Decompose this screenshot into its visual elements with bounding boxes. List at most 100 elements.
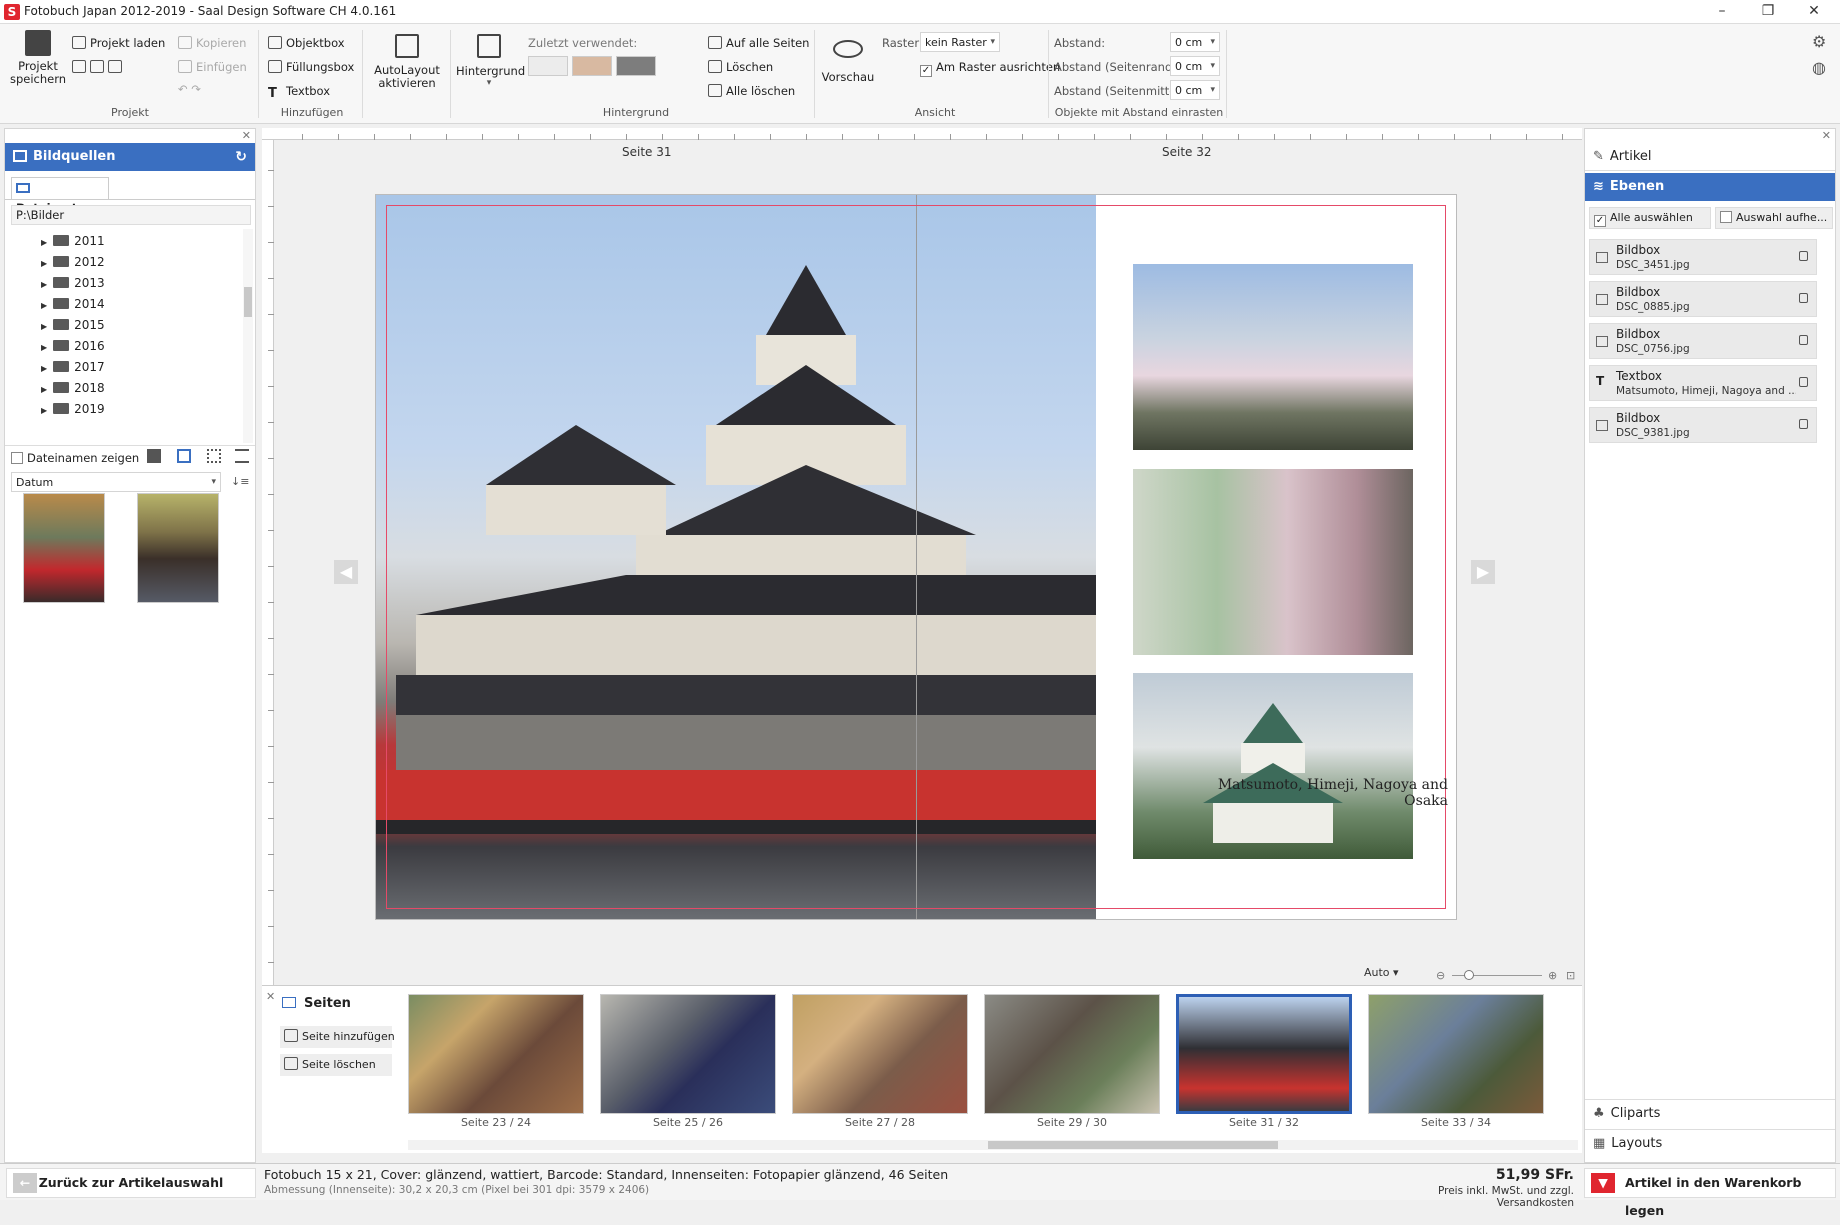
expand-arrow-icon[interactable]: ▶ xyxy=(41,343,47,352)
lock-icon[interactable] xyxy=(1799,251,1808,261)
image-box-osaka[interactable] xyxy=(1133,673,1413,859)
minimize-button[interactable]: – xyxy=(1700,0,1744,24)
delete-page-button[interactable]: Seite löschen xyxy=(280,1054,392,1076)
cliparts-section[interactable]: ♣ Cliparts xyxy=(1585,1099,1835,1127)
sort-direction-icon[interactable]: ↓≡ xyxy=(231,475,249,488)
view-medium-icon[interactable] xyxy=(177,449,191,463)
expand-arrow-icon[interactable]: ▶ xyxy=(41,238,47,247)
layer-item[interactable]: T Textbox Matsumoto, Himeji, Nagoya and ..… xyxy=(1589,365,1817,401)
export-image-icon[interactable] xyxy=(108,60,122,73)
lock-icon[interactable] xyxy=(1799,377,1808,387)
zoom-select[interactable]: Auto ▾ xyxy=(1364,966,1399,979)
sort-select[interactable]: Datum xyxy=(11,472,221,492)
refresh-icon[interactable]: ↻ xyxy=(235,143,247,171)
layer-item[interactable]: Bildbox DSC_0756.jpg xyxy=(1589,323,1817,359)
apply-all-pages-button[interactable]: Auf alle Seiten xyxy=(708,36,809,50)
add-to-cart-button[interactable]: ▼ Artikel in den Warenkorb legen xyxy=(1584,1168,1836,1218)
center-spacing-select[interactable]: 0 cm xyxy=(1170,80,1220,100)
expand-arrow-icon[interactable]: ▶ xyxy=(41,385,47,394)
globe-icon[interactable]: ◍ xyxy=(1812,58,1826,77)
caption-textbox[interactable]: Matsumoto, Himeji, Nagoya and Osaka xyxy=(1186,777,1448,809)
image-box-nagoya[interactable] xyxy=(1133,469,1413,655)
folder-item[interactable]: ▶ 2012 xyxy=(41,252,241,273)
folder-item[interactable]: ▶ 2017 xyxy=(41,357,241,378)
preview-button[interactable]: Vorschau xyxy=(820,34,876,84)
fuellungsbox-button[interactable]: Füllungsbox xyxy=(268,60,354,74)
page-thumbnail[interactable] xyxy=(1176,994,1352,1114)
layer-item[interactable]: Bildbox DSC_3451.jpg xyxy=(1589,239,1817,275)
recent-swatch-3[interactable] xyxy=(616,56,656,76)
paste-button[interactable]: Einfügen xyxy=(178,60,247,74)
folder-item[interactable]: ▶ 2018 xyxy=(41,378,241,399)
page-thumbnail[interactable] xyxy=(600,994,776,1114)
snap-to-grid-checkbox[interactable]: ✓ Am Raster ausrichten xyxy=(920,60,1060,77)
zoom-in-icon[interactable]: ⊕ xyxy=(1548,969,1557,982)
expand-arrow-icon[interactable]: ▶ xyxy=(41,280,47,289)
deselect-button[interactable]: Auswahl aufhe... xyxy=(1715,207,1833,229)
show-filenames-checkbox[interactable]: Dateinamen zeigen xyxy=(11,451,139,465)
scroll-thumb[interactable] xyxy=(988,1141,1278,1149)
tab-filesystem[interactable]: Dateisystem xyxy=(11,177,109,215)
export-icon[interactable] xyxy=(72,60,86,73)
image-thumbnail[interactable] xyxy=(23,493,105,603)
undo-redo-icons[interactable]: ↶ ↷ xyxy=(178,82,201,96)
page-thumbnail[interactable] xyxy=(984,994,1160,1114)
panel-close-icon[interactable]: ✕ xyxy=(1822,129,1831,142)
spacing-select[interactable]: 0 cm xyxy=(1170,32,1220,52)
expand-arrow-icon[interactable]: ▶ xyxy=(41,322,47,331)
recent-swatch-2[interactable] xyxy=(572,56,612,76)
export-pdf-icon[interactable] xyxy=(90,60,104,73)
layouts-section[interactable]: ▦ Layouts xyxy=(1585,1129,1835,1157)
folder-item[interactable]: ▶ 2019 xyxy=(41,399,241,420)
autolayout-button[interactable]: AutoLayout aktivieren xyxy=(370,34,444,90)
artikel-section[interactable]: ✎ Artikel xyxy=(1585,143,1835,171)
expand-arrow-icon[interactable]: ▶ xyxy=(41,406,47,415)
folder-item[interactable]: ▶ 2014 xyxy=(41,294,241,315)
layer-item[interactable]: Bildbox DSC_0885.jpg xyxy=(1589,281,1817,317)
add-page-button[interactable]: Seite hinzufügen xyxy=(280,1026,395,1048)
expand-arrow-icon[interactable]: ▶ xyxy=(41,259,47,268)
page-thumbnail[interactable] xyxy=(792,994,968,1114)
folder-item[interactable]: ▶ 2016 xyxy=(41,336,241,357)
objektbox-button[interactable]: Objektbox xyxy=(268,36,345,50)
path-field[interactable]: P:\Bilder xyxy=(11,205,251,225)
lock-icon[interactable] xyxy=(1799,335,1808,345)
view-list-icon[interactable] xyxy=(235,449,249,463)
image-box-himeji[interactable] xyxy=(1133,264,1413,450)
delete-background-button[interactable]: Löschen xyxy=(708,60,773,74)
strip-close-icon[interactable]: ✕ xyxy=(266,990,275,1003)
folder-item[interactable]: ▶ 2011 xyxy=(41,231,241,252)
copy-button[interactable]: Kopieren xyxy=(178,36,246,50)
save-project-button[interactable]: Projekt speichern xyxy=(10,30,66,86)
pages-scrollbar[interactable] xyxy=(408,1140,1578,1150)
previous-page-arrow-icon[interactable]: ◀ xyxy=(334,560,358,584)
panel-close-icon[interactable]: ✕ xyxy=(242,129,251,142)
layer-item[interactable]: Bildbox DSC_9381.jpg xyxy=(1589,407,1817,443)
select-all-button[interactable]: ✓ Alle auswählen xyxy=(1589,207,1711,229)
ebenen-section[interactable]: ≋ Ebenen xyxy=(1585,173,1835,201)
delete-all-background-button[interactable]: Alle löschen xyxy=(708,84,795,98)
recent-swatch-1[interactable] xyxy=(528,56,568,76)
expand-arrow-icon[interactable]: ▶ xyxy=(41,301,47,310)
folder-item[interactable]: ▶ 2015 xyxy=(41,315,241,336)
page-thumbnail[interactable] xyxy=(408,994,584,1114)
textbox-button[interactable]: T Textbox xyxy=(268,84,330,101)
close-button[interactable]: ✕ xyxy=(1792,0,1836,24)
back-to-articles-button[interactable]: ← Zurück zur Artikelauswahl xyxy=(6,1168,256,1198)
next-page-arrow-icon[interactable]: ▶ xyxy=(1471,560,1495,584)
zoom-fit-icon[interactable]: ⊡ xyxy=(1566,969,1575,982)
raster-select[interactable]: kein Raster xyxy=(920,32,1000,52)
lock-icon[interactable] xyxy=(1799,293,1808,303)
restore-button[interactable]: ❐ xyxy=(1746,0,1790,24)
view-small-icon[interactable] xyxy=(207,449,221,463)
folder-scrollbar[interactable] xyxy=(243,229,253,443)
view-large-icon[interactable] xyxy=(147,449,161,463)
folder-item[interactable]: ▶ 2013 xyxy=(41,273,241,294)
lock-icon[interactable] xyxy=(1799,419,1808,429)
scroll-thumb[interactable] xyxy=(244,287,252,317)
load-project-button[interactable]: Projekt laden xyxy=(72,36,165,50)
margin-spacing-select[interactable]: 0 cm xyxy=(1170,56,1220,76)
image-thumbnail[interactable] xyxy=(137,493,219,603)
expand-arrow-icon[interactable]: ▶ xyxy=(41,364,47,373)
settings-icon[interactable]: ⚙ xyxy=(1812,32,1826,51)
